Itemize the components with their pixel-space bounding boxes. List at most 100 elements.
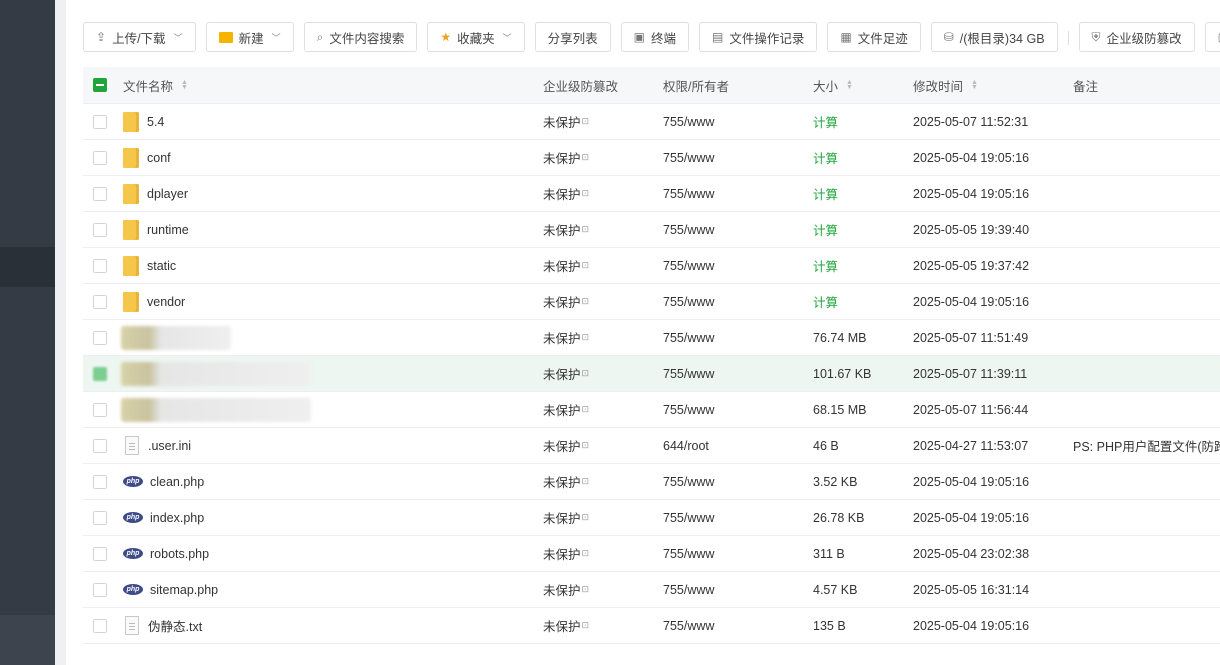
sort-icon[interactable]: ▲ ▼ (846, 79, 853, 91)
row-checkbox[interactable] (93, 186, 107, 201)
table-row[interactable]: php clean.php 未保护 ⊡ 755/www 3.52 KB 2025-05-04… (83, 464, 1220, 500)
sort-icon[interactable]: ▲ ▼ (181, 79, 188, 91)
file-name[interactable]: static (147, 259, 176, 273)
perm-cell[interactable]: 755/www (663, 320, 714, 355)
protect-cell[interactable]: 未保护 ⊡ (543, 464, 589, 499)
row-checkbox[interactable] (93, 438, 107, 453)
perm-cell[interactable]: 755/www (663, 464, 714, 499)
row-checkbox[interactable] (93, 510, 107, 525)
new-button[interactable]: 新建 ﹀ (205, 22, 294, 52)
perm-cell[interactable]: 755/www (663, 212, 714, 247)
protect-cell[interactable]: 未保护 ⊡ (543, 356, 589, 391)
perm-cell[interactable]: 755/www (663, 356, 714, 391)
row-checkbox[interactable] (93, 330, 107, 345)
protect-cell[interactable]: 未保护 ⊡ (543, 176, 589, 211)
more-button[interactable]: ▢ (1204, 22, 1220, 52)
row-checkbox[interactable] (93, 582, 107, 597)
row-checkbox[interactable] (93, 474, 107, 489)
table-row[interactable]: php sitemap.php 未保护 ⊡ 755/www 4.57 KB 2025-05-… (83, 572, 1220, 608)
size-cell[interactable]: 计算 (813, 248, 838, 283)
perm-cell[interactable]: 755/www (663, 104, 714, 139)
favorites-button[interactable]: ★ 收藏夹 ﹀ (427, 22, 525, 52)
row-checkbox[interactable] (93, 258, 107, 273)
operation-log-button[interactable]: ▤ 文件操作记录 (699, 22, 818, 52)
file-name[interactable]: 伪静态.txt (148, 616, 202, 635)
perm-cell[interactable]: 755/www (663, 572, 714, 607)
perm-cell[interactable]: 755/www (663, 140, 714, 175)
mtime-cell: 2025-05-04 19:05:16 (913, 150, 1030, 165)
sidebar-item-files[interactable] (0, 247, 55, 287)
header-mtime[interactable]: 修改时间 ▲ ▼ (913, 67, 978, 103)
row-checkbox[interactable] (93, 294, 107, 309)
table-row[interactable]: conf 未保护 ⊡ 755/www 计算 2025-05-04 19:05:16 (83, 140, 1220, 176)
size-cell[interactable]: 计算 (813, 212, 838, 247)
file-name[interactable]: conf (147, 151, 171, 165)
row-checkbox[interactable] (93, 114, 107, 129)
file-name[interactable]: 5.4 (147, 115, 164, 129)
table-row[interactable]: 未保护 ⊡ 755/www 101.67 KB 2025-05-07 11:39:11 (83, 356, 1220, 392)
perm-cell[interactable]: 755/www (663, 536, 714, 571)
file-name[interactable]: dplayer (147, 187, 188, 201)
header-size[interactable]: 大小 ▲ ▼ (813, 67, 853, 103)
protect-cell[interactable]: 未保护 ⊡ (543, 536, 589, 571)
row-checkbox[interactable] (93, 402, 107, 417)
file-name[interactable]: vendor (147, 295, 185, 309)
table-row[interactable]: php robots.php 未保护 ⊡ 755/www 311 B 2025-05-04 … (83, 536, 1220, 572)
table-row[interactable]: dplayer 未保护 ⊡ 755/www 计算 2025-05-04 19:05:16 (83, 176, 1220, 212)
terminal-button[interactable]: ▣ 终端 (620, 22, 690, 52)
file-name[interactable]: robots.php (150, 547, 209, 561)
perm-cell[interactable]: 755/www (663, 248, 714, 283)
file-name[interactable]: .user.ini (148, 439, 191, 453)
disk-icon: ⛁ (943, 30, 954, 44)
footprint-button[interactable]: ▦ 文件足迹 (827, 22, 921, 52)
table-row[interactable]: runtime 未保护 ⊡ 755/www 计算 2025-05-05 19:39:40 (83, 212, 1220, 248)
file-name[interactable]: runtime (147, 223, 189, 237)
tamper-protect-button[interactable]: ⛨ 企业级防篡改 (1078, 22, 1195, 52)
protect-cell[interactable]: 未保护 ⊡ (543, 392, 589, 427)
table-row[interactable]: .user.ini 未保护 ⊡ 644/root 46 B 2025-04-27 11:5… (83, 428, 1220, 464)
size-cell[interactable]: 计算 (813, 284, 838, 319)
protect-cell[interactable]: 未保护 ⊡ (543, 248, 589, 283)
table-row[interactable]: static 未保护 ⊡ 755/www 计算 2025-05-05 19:37:42 (83, 248, 1220, 284)
size-cell[interactable]: 计算 (813, 176, 838, 211)
row-checkbox[interactable] (93, 546, 107, 561)
file-name[interactable]: clean.php (150, 475, 204, 489)
protect-cell[interactable]: 未保护 ⊡ (543, 284, 589, 319)
table-row[interactable]: 未保护 ⊡ 755/www 76.74 MB 2025-05-07 11:51:49 (83, 320, 1220, 356)
table-row[interactable]: 伪静态.txt 未保护 ⊡ 755/www 135 B 2025-05-04 19:05:… (83, 608, 1220, 644)
perm-cell[interactable]: 755/www (663, 284, 714, 319)
header-name[interactable]: 文件名称 ▲ ▼ (123, 67, 188, 103)
table-row[interactable]: 5.4 未保护 ⊡ 755/www 计算 2025-05-07 11:52:31 (83, 104, 1220, 140)
protect-cell[interactable]: 未保护 ⊡ (543, 572, 589, 607)
file-name[interactable]: index.php (150, 511, 204, 525)
note-cell[interactable]: PS: PHP用户配置文件(防跨站 (1073, 428, 1220, 463)
protect-cell[interactable]: 未保护 ⊡ (543, 500, 589, 535)
table-row[interactable]: vendor 未保护 ⊡ 755/www 计算 2025-05-04 19:05:16 (83, 284, 1220, 320)
row-checkbox[interactable] (93, 366, 107, 381)
size-cell[interactable]: 计算 (813, 104, 838, 139)
content-search-button[interactable]: ⌕ 文件内容搜索 (303, 22, 418, 52)
sort-icon[interactable]: ▲ ▼ (971, 79, 978, 91)
protect-cell[interactable]: 未保护 ⊡ (543, 140, 589, 175)
row-checkbox[interactable] (93, 150, 107, 165)
disk-button[interactable]: ⛁ /(根目录)34 GB (930, 22, 1058, 52)
protect-cell[interactable]: 未保护 ⊡ (543, 608, 589, 643)
protect-cell[interactable]: 未保护 ⊡ (543, 212, 589, 247)
protect-cell[interactable]: 未保护 ⊡ (543, 428, 589, 463)
perm-cell[interactable]: 755/www (663, 500, 714, 535)
protect-cell[interactable]: 未保护 ⊡ (543, 104, 589, 139)
size-cell[interactable]: 计算 (813, 140, 838, 175)
protect-cell[interactable]: 未保护 ⊡ (543, 320, 589, 355)
perm-cell[interactable]: 755/www (663, 392, 714, 427)
row-checkbox[interactable] (93, 222, 107, 237)
perm-cell[interactable]: 644/root (663, 428, 709, 463)
share-list-button[interactable]: 分享列表 (534, 22, 611, 52)
perm-cell[interactable]: 755/www (663, 608, 714, 643)
table-row[interactable]: 未保护 ⊡ 755/www 68.15 MB 2025-05-07 11:56:44 (83, 392, 1220, 428)
select-all-checkbox[interactable] (93, 78, 107, 92)
row-checkbox[interactable] (93, 618, 107, 633)
upload-download-button[interactable]: ⇪ 上传/下载 ﹀ (83, 22, 196, 52)
table-row[interactable]: php index.php 未保护 ⊡ 755/www 26.78 KB 2025-05-0… (83, 500, 1220, 536)
file-name[interactable]: sitemap.php (150, 583, 218, 597)
perm-cell[interactable]: 755/www (663, 176, 714, 211)
